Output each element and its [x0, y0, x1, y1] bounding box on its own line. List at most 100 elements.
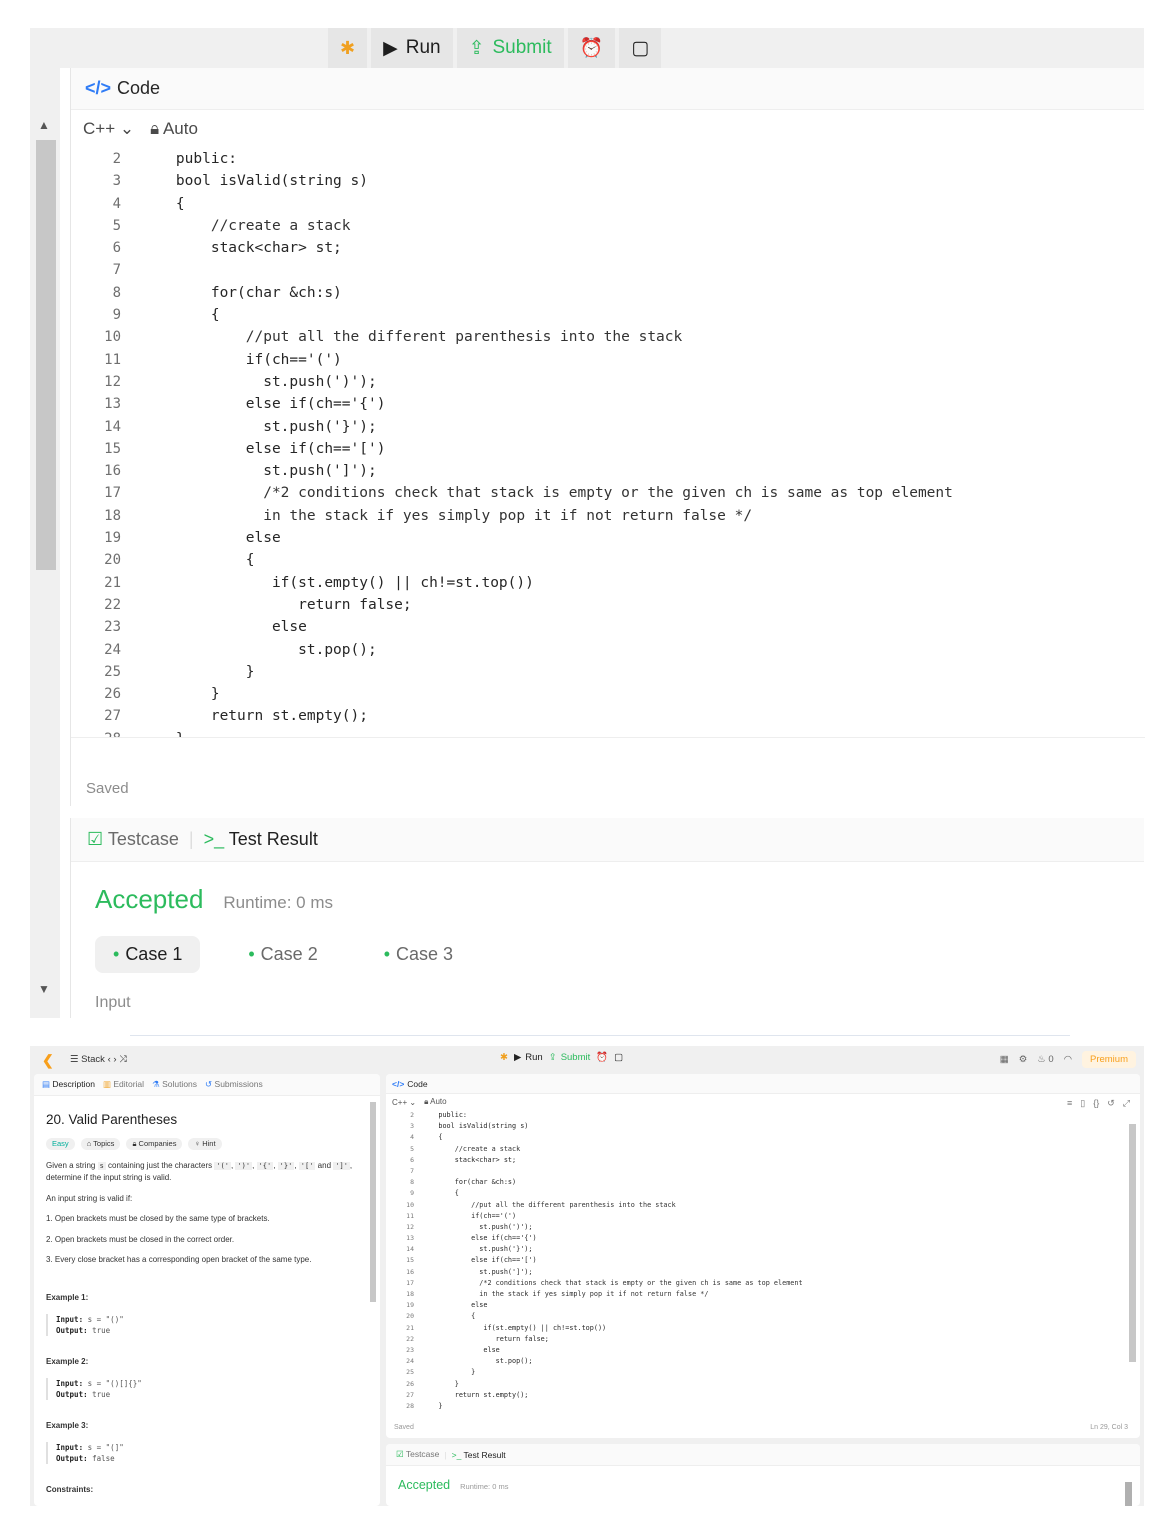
- bookmark-icon[interactable]: ▯: [1080, 1098, 1085, 1109]
- code-line[interactable]: if(st.empty() || ch!=st.top()): [422, 1323, 803, 1334]
- code-line[interactable]: stack<char> st;: [141, 237, 953, 259]
- code-line[interactable]: //put all the different parenthesis into…: [422, 1200, 803, 1211]
- code-line[interactable]: else: [141, 616, 953, 638]
- tab-solutions[interactable]: ⚗ Solutions: [152, 1079, 197, 1090]
- code-line[interactable]: st.push(')');: [422, 1222, 803, 1233]
- braces-icon[interactable]: {}: [1093, 1098, 1099, 1109]
- timer-button[interactable]: ⏰: [567, 28, 616, 68]
- code-line[interactable]: st.push(']');: [141, 460, 953, 482]
- code-line[interactable]: {: [141, 549, 953, 571]
- code-line[interactable]: if(ch=='('): [422, 1211, 803, 1222]
- format-icon[interactable]: ≡: [1067, 1098, 1072, 1109]
- code-line[interactable]: {: [422, 1188, 803, 1199]
- code-line[interactable]: st.push(']');: [422, 1267, 803, 1278]
- code-line[interactable]: bool isValid(string s): [422, 1121, 803, 1132]
- case-tab-1[interactable]: • Case 1: [95, 936, 201, 973]
- code-line[interactable]: [141, 259, 953, 281]
- code-line[interactable]: }: [422, 1379, 803, 1390]
- notes-button[interactable]: ▢: [619, 28, 662, 68]
- code-text-small[interactable]: public: bool isValid(string s) { //creat…: [422, 1110, 803, 1410]
- settings-icon[interactable]: ⚙: [1019, 1054, 1028, 1065]
- next-icon[interactable]: ›: [113, 1054, 116, 1065]
- code-line[interactable]: //create a stack: [141, 215, 953, 237]
- language-selector[interactable]: C++ ⌄: [83, 119, 134, 139]
- expand-icon[interactable]: ⤢: [1123, 1098, 1130, 1109]
- code-line[interactable]: st.pop();: [422, 1356, 803, 1367]
- scroll-down-arrow-icon[interactable]: ▼: [38, 982, 50, 996]
- language-selector-small[interactable]: C++ ⌄: [392, 1098, 416, 1107]
- hint-tag[interactable]: ♀ Hint: [188, 1137, 222, 1151]
- code-line[interactable]: for(char &ch:s): [422, 1177, 803, 1188]
- code-line[interactable]: else if(ch=='{'): [422, 1233, 803, 1244]
- code-line[interactable]: in the stack if yes simply pop it if not…: [422, 1289, 803, 1300]
- scroll-up-arrow-icon[interactable]: ▲: [38, 118, 50, 132]
- difficulty-badge[interactable]: Easy: [46, 1137, 75, 1151]
- code-line[interactable]: [422, 1166, 803, 1177]
- code-line[interactable]: else: [422, 1345, 803, 1356]
- auto-mode-small[interactable]: 🔒︎ Auto: [424, 1097, 447, 1107]
- code-line[interactable]: {: [141, 304, 953, 326]
- reset-icon[interactable]: ↺: [1107, 1098, 1115, 1109]
- code-line[interactable]: {: [141, 193, 953, 215]
- run-button-small[interactable]: ▶ Run: [514, 1052, 543, 1063]
- run-button[interactable]: ▶ Run: [371, 28, 453, 68]
- code-line[interactable]: st.push(')');: [141, 371, 953, 393]
- shuffle-icon[interactable]: ⤨: [119, 1054, 127, 1065]
- code-scrollbar-small[interactable]: [1129, 1124, 1136, 1362]
- avatar[interactable]: ◠: [1064, 1054, 1072, 1065]
- tab-test-result-small[interactable]: >_ Test Result: [452, 1450, 506, 1460]
- tab-testcase-small[interactable]: ☑ Testcase: [396, 1449, 439, 1460]
- code-line[interactable]: bool isValid(string s): [141, 170, 953, 192]
- code-line[interactable]: for(char &ch:s): [141, 282, 953, 304]
- code-line[interactable]: else if(ch=='{'): [141, 393, 953, 415]
- code-editor-small[interactable]: 2 3 4 5 6 7 8 9 10 11 12 13 14 15 16 17 18 19 20 21 22 23 24 25…: [386, 1110, 1126, 1410]
- code-line[interactable]: {: [422, 1132, 803, 1143]
- streak[interactable]: ♨ 0: [1037, 1054, 1053, 1065]
- code-line[interactable]: return st.empty();: [141, 705, 953, 727]
- code-line[interactable]: st.pop();: [141, 639, 953, 661]
- code-line[interactable]: public:: [141, 148, 953, 170]
- code-line[interactable]: return st.empty();: [422, 1390, 803, 1401]
- prev-icon[interactable]: ‹: [108, 1054, 111, 1065]
- code-line[interactable]: //put all the different parenthesis into…: [141, 326, 953, 348]
- code-line[interactable]: }: [422, 1401, 803, 1410]
- problem-list[interactable]: ☰ Stack ‹ › ⤨: [70, 1054, 127, 1065]
- layout-icon[interactable]: ▦: [1000, 1054, 1009, 1065]
- tab-editorial[interactable]: ▥ Editorial: [103, 1079, 144, 1090]
- code-line[interactable]: stack<char> st;: [422, 1155, 803, 1166]
- code-line[interactable]: if(ch=='('): [141, 349, 953, 371]
- result-scrollbar-small[interactable]: [1125, 1482, 1132, 1506]
- submit-button-small[interactable]: ⇪ Submit: [549, 1052, 591, 1063]
- code-line[interactable]: else if(ch=='['): [422, 1255, 803, 1266]
- code-line[interactable]: return false;: [422, 1334, 803, 1345]
- code-line[interactable]: else: [422, 1300, 803, 1311]
- submit-button[interactable]: ⇪ Submit: [456, 28, 564, 68]
- code-line[interactable]: return false;: [141, 594, 953, 616]
- code-line[interactable]: in the stack if yes simply pop it if not…: [141, 505, 953, 527]
- code-line[interactable]: /*2 conditions check that stack is empty…: [141, 482, 953, 504]
- tab-submissions[interactable]: ↺ Submissions: [205, 1079, 263, 1090]
- premium-button[interactable]: Premium: [1081, 1051, 1136, 1068]
- code-line[interactable]: //create a stack: [422, 1144, 803, 1155]
- tab-test-result[interactable]: >_ Test Result: [204, 829, 318, 850]
- code-line[interactable]: /*2 conditions check that stack is empty…: [422, 1278, 802, 1289]
- leetcode-logo-icon[interactable]: ❮: [42, 1052, 54, 1069]
- vertical-scrollbar[interactable]: [36, 140, 56, 570]
- code-line[interactable]: }: [141, 728, 953, 737]
- companies-tag[interactable]: 🔒︎ Companies: [126, 1137, 183, 1151]
- code-editor[interactable]: 2 3 4 5 6 7 8 9 10 11 12 13 14 15 16 17 18 19 20 21 22 23 24 25…: [71, 148, 1145, 738]
- topics-tag[interactable]: ⌂ Topics: [80, 1137, 121, 1151]
- code-line[interactable]: }: [141, 661, 953, 683]
- auto-mode[interactable]: 🔒︎ Auto: [150, 119, 198, 139]
- code-text[interactable]: public: bool isValid(string s) { //creat…: [141, 148, 953, 737]
- code-line[interactable]: {: [422, 1311, 803, 1322]
- timer-button-small[interactable]: ⏰: [596, 1052, 608, 1063]
- tab-description[interactable]: ▤ Description: [42, 1079, 95, 1090]
- code-line[interactable]: st.push('}');: [141, 416, 953, 438]
- debug-button[interactable]: ✱: [328, 28, 368, 68]
- tab-testcase[interactable]: ☑ Testcase: [87, 829, 179, 850]
- code-line[interactable]: }: [422, 1367, 803, 1378]
- code-line[interactable]: st.push('}');: [422, 1244, 803, 1255]
- code-line[interactable]: else: [141, 527, 953, 549]
- case-tab-3[interactable]: • Case 3: [366, 936, 471, 973]
